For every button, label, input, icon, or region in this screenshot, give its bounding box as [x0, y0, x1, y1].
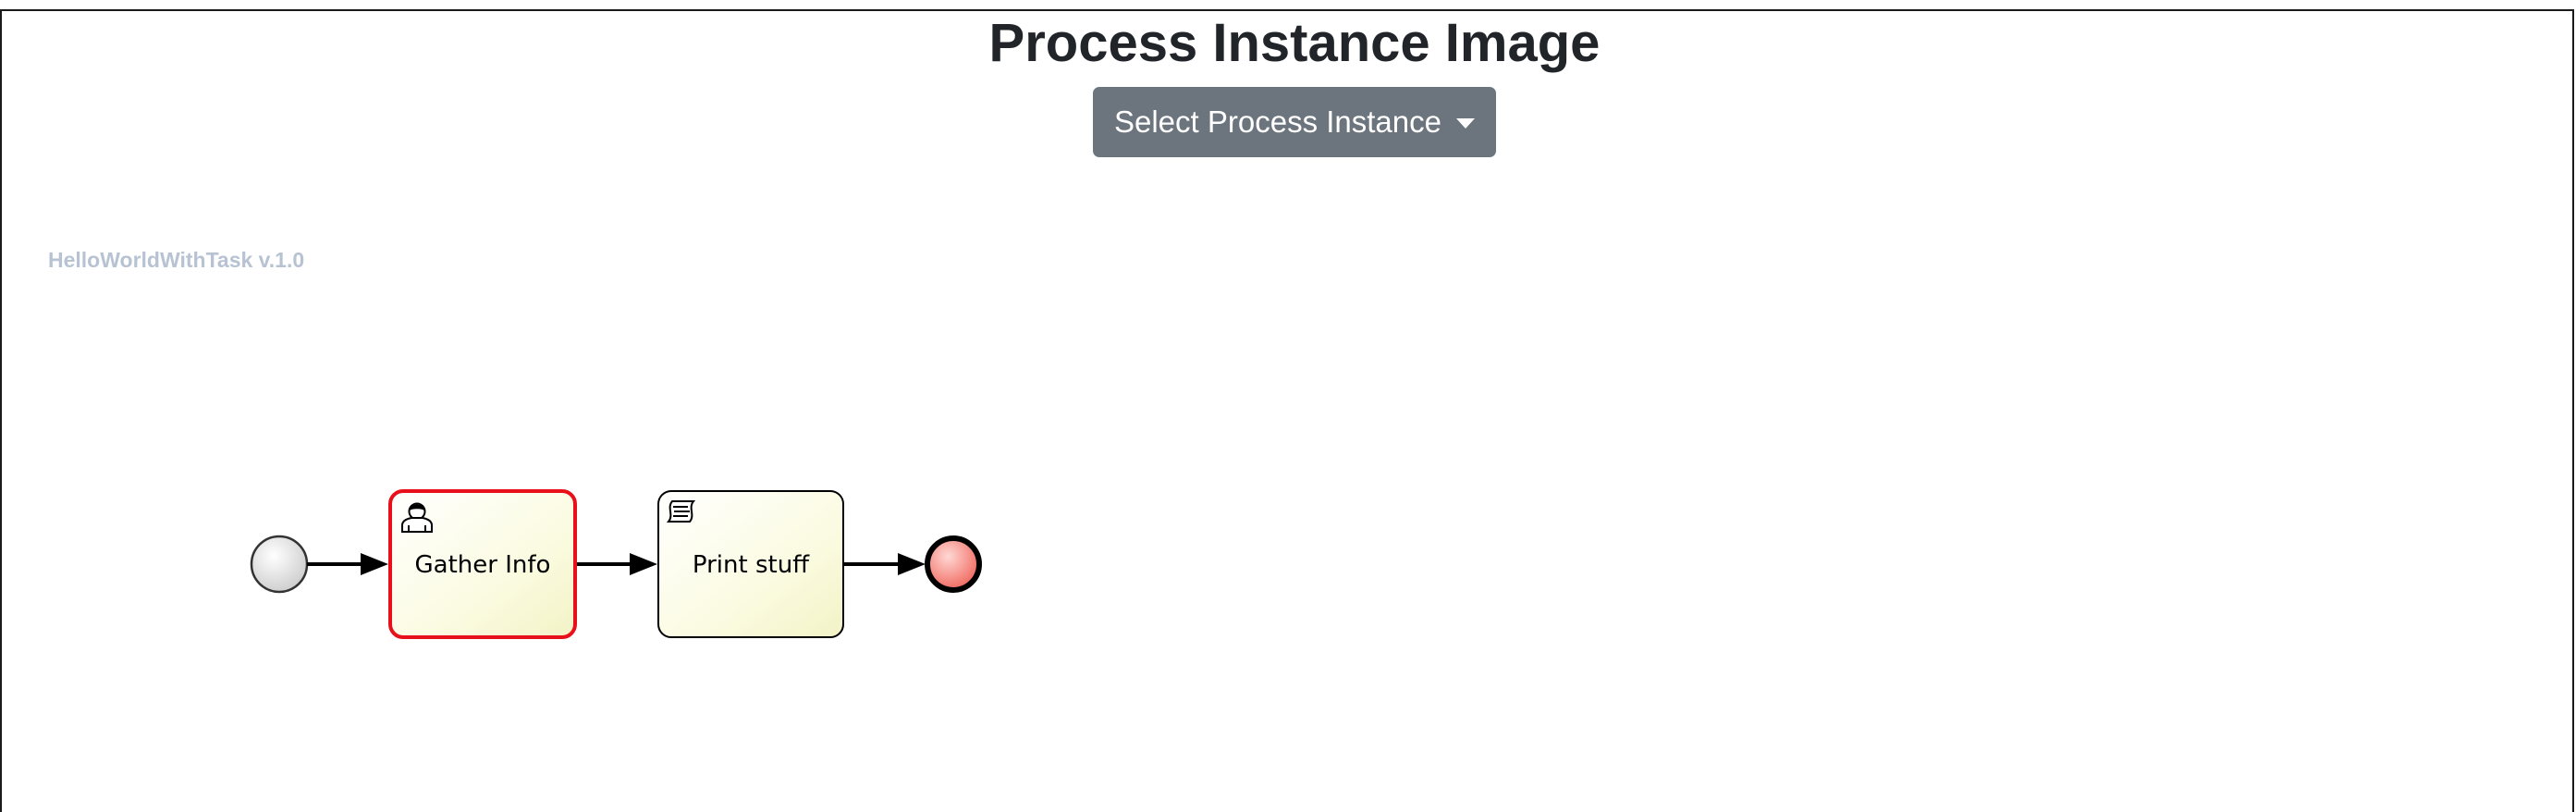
sequence-flow-start-to-gather: [307, 553, 388, 575]
process-diagram: Gather Info Print stuff: [250, 489, 982, 639]
end-event[interactable]: [925, 535, 982, 593]
sequence-flow-gather-to-print: [577, 553, 657, 575]
task-gather-info-label: Gather Info: [415, 551, 551, 579]
task-gather-info[interactable]: Gather Info: [388, 489, 577, 639]
start-event[interactable]: [250, 535, 309, 594]
script-icon: [666, 500, 696, 523]
task-print-stuff[interactable]: Print stuff: [657, 490, 844, 638]
sequence-flow-print-to-end: [844, 553, 926, 575]
task-print-stuff-label: Print stuff: [693, 551, 810, 579]
